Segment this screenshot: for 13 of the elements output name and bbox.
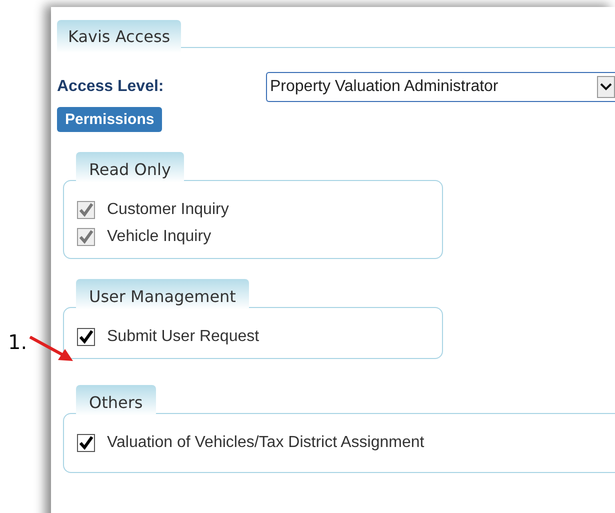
checkbox[interactable] [77,328,95,346]
checkbox[interactable] [77,434,95,452]
checkbox-label: Valuation of Vehicles/Tax District Assignment [107,434,424,452]
checkbox-label: Vehicle Inquiry [107,228,212,246]
annotation-number: 1. [8,330,28,354]
access-level-dropdown[interactable]: Property Valuation Administrator [266,72,615,102]
checkbox-label: Submit User Request [107,328,260,346]
permissions-button[interactable]: Permissions [57,107,162,132]
annotation-arrow [29,336,75,362]
tab[interactable]: Kavis Access [57,20,182,53]
field-label: Access Level: [57,78,165,96]
checkbox-label: Customer Inquiry [107,201,229,219]
caret-icon [597,76,615,98]
